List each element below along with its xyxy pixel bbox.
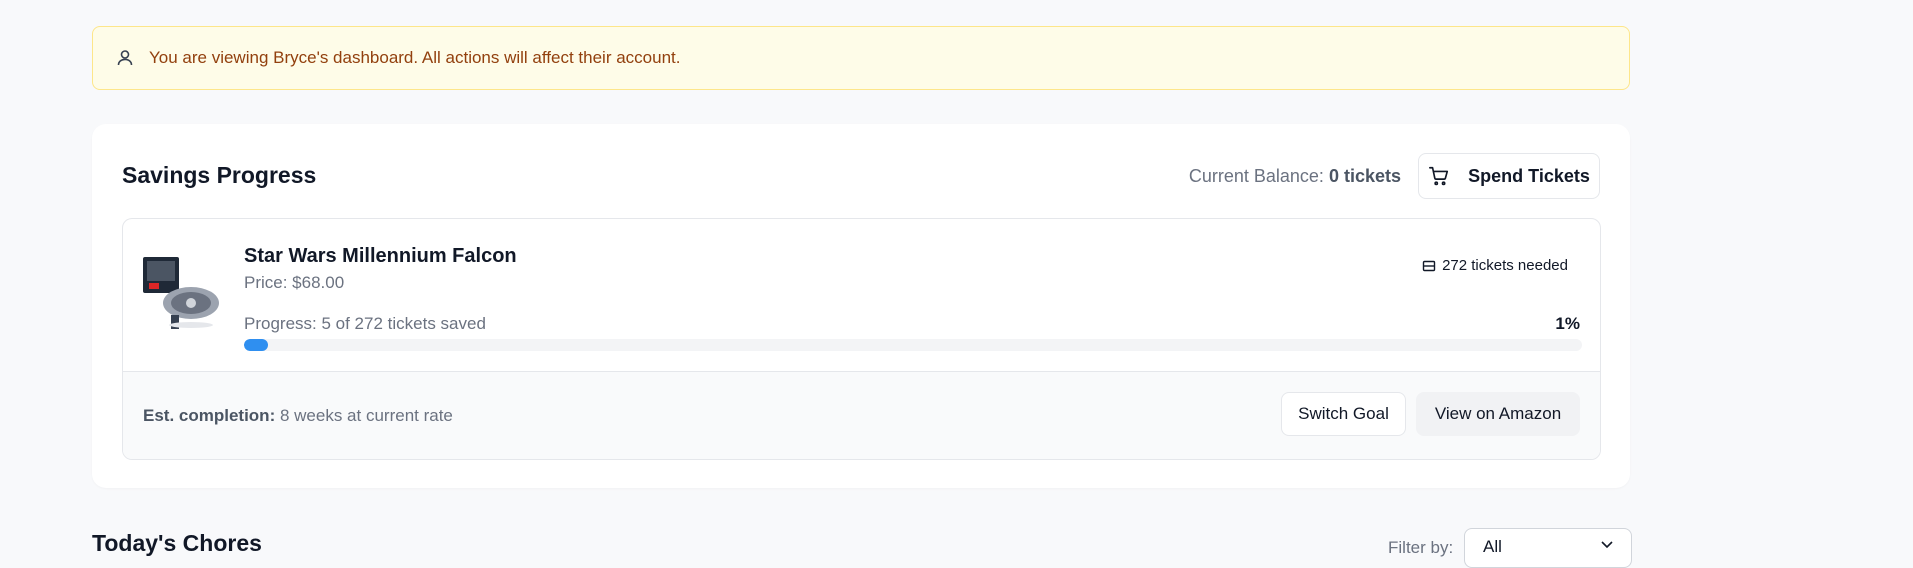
- spend-tickets-button[interactable]: Spend Tickets: [1418, 153, 1600, 199]
- current-balance: Current Balance: 0 tickets: [1189, 166, 1401, 187]
- progress-label: Progress: 5 of 272 tickets saved: [244, 314, 486, 333]
- banner-message: You are viewing Bryce's dashboard. All a…: [149, 48, 681, 67]
- user-icon: [115, 48, 135, 68]
- switch-goal-button[interactable]: Switch Goal: [1281, 392, 1406, 436]
- goal-price: Price: $68.00: [244, 273, 345, 292]
- ticket-icon: [1422, 259, 1436, 273]
- cart-icon: [1428, 165, 1450, 187]
- savings-title: Savings Progress: [122, 162, 317, 188]
- goal-name: Star Wars Millennium Falcon: [244, 245, 517, 267]
- balance-value: 0 tickets: [1328, 166, 1401, 186]
- spend-tickets-label: Spend Tickets: [1468, 165, 1590, 186]
- goal-card: Star Wars Millennium Falcon Price: $68.0…: [122, 218, 1601, 460]
- estimated-completion: Est. completion: 8 weeks at current rate: [143, 406, 453, 426]
- savings-progress-card: Savings Progress Current Balance: 0 tick…: [92, 124, 1630, 488]
- progress-bar: [244, 339, 1582, 351]
- chevron-down-icon: [1601, 541, 1613, 549]
- balance-label: Current Balance:: [1188, 166, 1324, 186]
- chores-title: Today's Chores: [92, 530, 262, 556]
- filter-value: All: [1483, 537, 1502, 556]
- goal-footer: Est. completion: 8 weeks at current rate…: [123, 371, 1600, 459]
- est-value: 8 weeks at current rate: [279, 406, 453, 425]
- progress-percent: 1%: [1555, 314, 1580, 333]
- est-label: Est. completion:: [143, 406, 276, 425]
- tickets-needed-label: 272 tickets needed: [1442, 257, 1568, 274]
- impersonation-banner: You are viewing Bryce's dashboard. All a…: [92, 26, 1630, 90]
- tickets-needed: 272 tickets needed: [1422, 257, 1568, 274]
- filter-label: Filter by:: [1388, 538, 1454, 557]
- chores-filter-select[interactable]: All: [1464, 528, 1632, 568]
- lego-falcon-image: [141, 253, 223, 335]
- progress-bar-fill: [244, 339, 269, 351]
- view-on-amazon-button[interactable]: View on Amazon: [1416, 392, 1580, 436]
